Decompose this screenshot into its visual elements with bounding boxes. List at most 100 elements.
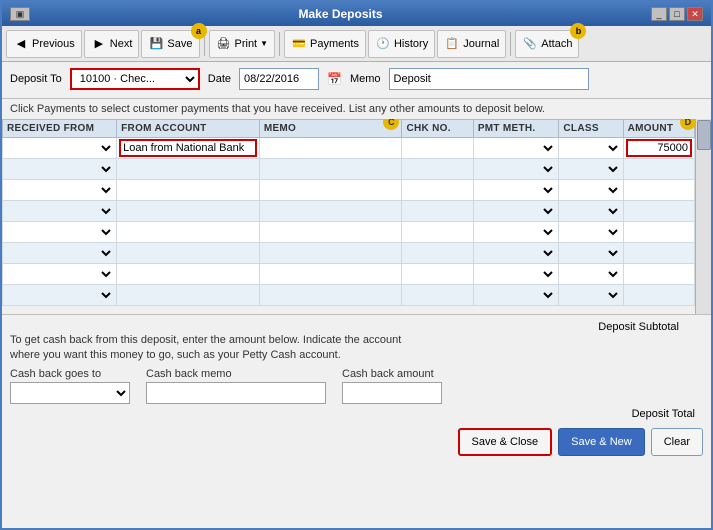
class-select[interactable] xyxy=(561,202,620,220)
from-account-input[interactable] xyxy=(119,223,257,241)
cash-back-goes-to-field: Cash back goes to xyxy=(10,368,130,404)
chk-no-input[interactable] xyxy=(404,181,470,199)
make-deposits-window: ▣ Make Deposits _ □ ✕ ◀ Previous ▶ Next … xyxy=(0,0,713,530)
pmt-meth-select[interactable] xyxy=(476,223,557,241)
class-select[interactable] xyxy=(561,223,620,241)
chk-no-input[interactable] xyxy=(404,202,470,220)
amount-input[interactable] xyxy=(626,244,692,262)
received-from-select[interactable] xyxy=(5,286,114,304)
chk-no-input[interactable] xyxy=(404,286,470,304)
amount-input[interactable] xyxy=(626,160,692,178)
class-select[interactable] xyxy=(561,286,620,304)
save-icon: 💾 xyxy=(148,36,164,52)
chk-no-input[interactable] xyxy=(404,160,470,178)
annotation-c: c xyxy=(383,119,399,130)
memo-cell-input[interactable] xyxy=(262,202,400,220)
memo-cell-input[interactable] xyxy=(262,265,400,283)
system-menu[interactable]: ▣ xyxy=(10,7,30,21)
memo-cell-input[interactable] xyxy=(262,223,400,241)
history-button[interactable]: 🕐 History xyxy=(368,30,435,58)
amount-input[interactable] xyxy=(626,181,692,199)
cash-back-memo-label: Cash back memo xyxy=(146,368,326,380)
from-account-input[interactable] xyxy=(119,244,257,262)
cash-back-goes-to-select[interactable] xyxy=(10,382,130,404)
pmt-meth-select[interactable] xyxy=(476,139,557,157)
bottom-section: Deposit Subtotal To get cash back from t… xyxy=(2,314,711,462)
cash-back-amount-label: Cash back amount xyxy=(342,368,442,380)
amount-input[interactable] xyxy=(626,286,692,304)
received-from-select[interactable] xyxy=(5,265,114,283)
close-button[interactable]: ✕ xyxy=(687,7,703,21)
received-from-select[interactable] xyxy=(5,202,114,220)
from-account-input[interactable] xyxy=(119,181,257,199)
class-select[interactable] xyxy=(561,160,620,178)
attach-button[interactable]: 📎 Attach b xyxy=(515,30,579,58)
memo-cell-input[interactable] xyxy=(262,286,400,304)
pmt-meth-select[interactable] xyxy=(476,244,557,262)
from-account-input[interactable] xyxy=(119,202,257,220)
table-scroll[interactable]: RECEIVED FROM FROM ACCOUNT MEMO c CHK NO… xyxy=(2,119,711,314)
pmt-meth-select[interactable] xyxy=(476,265,557,283)
deposit-to-select[interactable]: 10100 · Chec... xyxy=(70,68,200,90)
payments-icon: 💳 xyxy=(291,36,307,52)
memo-input[interactable] xyxy=(389,68,589,90)
save-button[interactable]: 💾 Save a xyxy=(141,30,199,58)
received-from-select[interactable] xyxy=(5,160,114,178)
amount-input[interactable] xyxy=(626,139,692,157)
class-select[interactable] xyxy=(561,181,620,199)
from-account-input[interactable] xyxy=(119,160,257,178)
print-dropdown-arrow[interactable]: ▼ xyxy=(260,39,268,48)
calendar-icon[interactable]: 📅 xyxy=(327,72,342,86)
cash-back-memo-input[interactable] xyxy=(146,382,326,404)
pmt-meth-select[interactable] xyxy=(476,286,557,304)
chk-no-input[interactable] xyxy=(404,265,470,283)
received-from-select[interactable] xyxy=(5,223,114,241)
pmt-meth-select[interactable] xyxy=(476,181,557,199)
chk-no-input[interactable] xyxy=(404,244,470,262)
table-row xyxy=(3,264,695,285)
from-account-input[interactable] xyxy=(119,286,257,304)
col-from-account: FROM ACCOUNT xyxy=(117,120,260,138)
maximize-button[interactable]: □ xyxy=(669,7,685,21)
pmt-meth-select[interactable] xyxy=(476,160,557,178)
pmt-meth-select[interactable] xyxy=(476,202,557,220)
minimize-button[interactable]: _ xyxy=(651,7,667,21)
scrollbar-thumb[interactable] xyxy=(697,120,711,150)
chk-no-input[interactable] xyxy=(404,139,470,157)
next-button[interactable]: ▶ Next xyxy=(84,30,140,58)
attach-icon: 📎 xyxy=(522,36,538,52)
chk-no-input[interactable] xyxy=(404,223,470,241)
payments-button[interactable]: 💳 Payments xyxy=(284,30,366,58)
deposit-subtotal-row: Deposit Subtotal xyxy=(10,319,703,333)
table-row xyxy=(3,201,695,222)
save-close-button[interactable]: Save & Close xyxy=(458,428,553,456)
from-account-input[interactable] xyxy=(119,265,257,283)
date-input[interactable] xyxy=(239,68,319,90)
table-row xyxy=(3,138,695,159)
amount-input[interactable] xyxy=(626,265,692,283)
received-from-select[interactable] xyxy=(5,139,114,157)
amount-input[interactable] xyxy=(626,223,692,241)
class-select[interactable] xyxy=(561,244,620,262)
memo-cell-input[interactable] xyxy=(262,244,400,262)
save-new-button[interactable]: Save & New xyxy=(558,428,645,456)
col-amount: AMOUNT d xyxy=(623,120,694,138)
clear-button[interactable]: Clear xyxy=(651,428,703,456)
memo-cell-input[interactable] xyxy=(262,139,400,157)
vertical-scrollbar[interactable] xyxy=(695,119,711,314)
print-button[interactable]: 🖨 Print ▼ xyxy=(209,30,276,58)
previous-button[interactable]: ◀ Previous xyxy=(6,30,82,58)
table-header-row: RECEIVED FROM FROM ACCOUNT MEMO c CHK NO… xyxy=(3,120,695,138)
memo-cell-input[interactable] xyxy=(262,181,400,199)
from-account-input[interactable] xyxy=(119,139,257,157)
class-select[interactable] xyxy=(561,139,620,157)
class-select[interactable] xyxy=(561,265,620,283)
journal-button[interactable]: 📋 Journal xyxy=(437,30,506,58)
cash-back-amount-input[interactable] xyxy=(342,382,442,404)
table-row xyxy=(3,222,695,243)
journal-icon: 📋 xyxy=(444,36,460,52)
received-from-select[interactable] xyxy=(5,181,114,199)
received-from-select[interactable] xyxy=(5,244,114,262)
memo-cell-input[interactable] xyxy=(262,160,400,178)
amount-input[interactable] xyxy=(626,202,692,220)
